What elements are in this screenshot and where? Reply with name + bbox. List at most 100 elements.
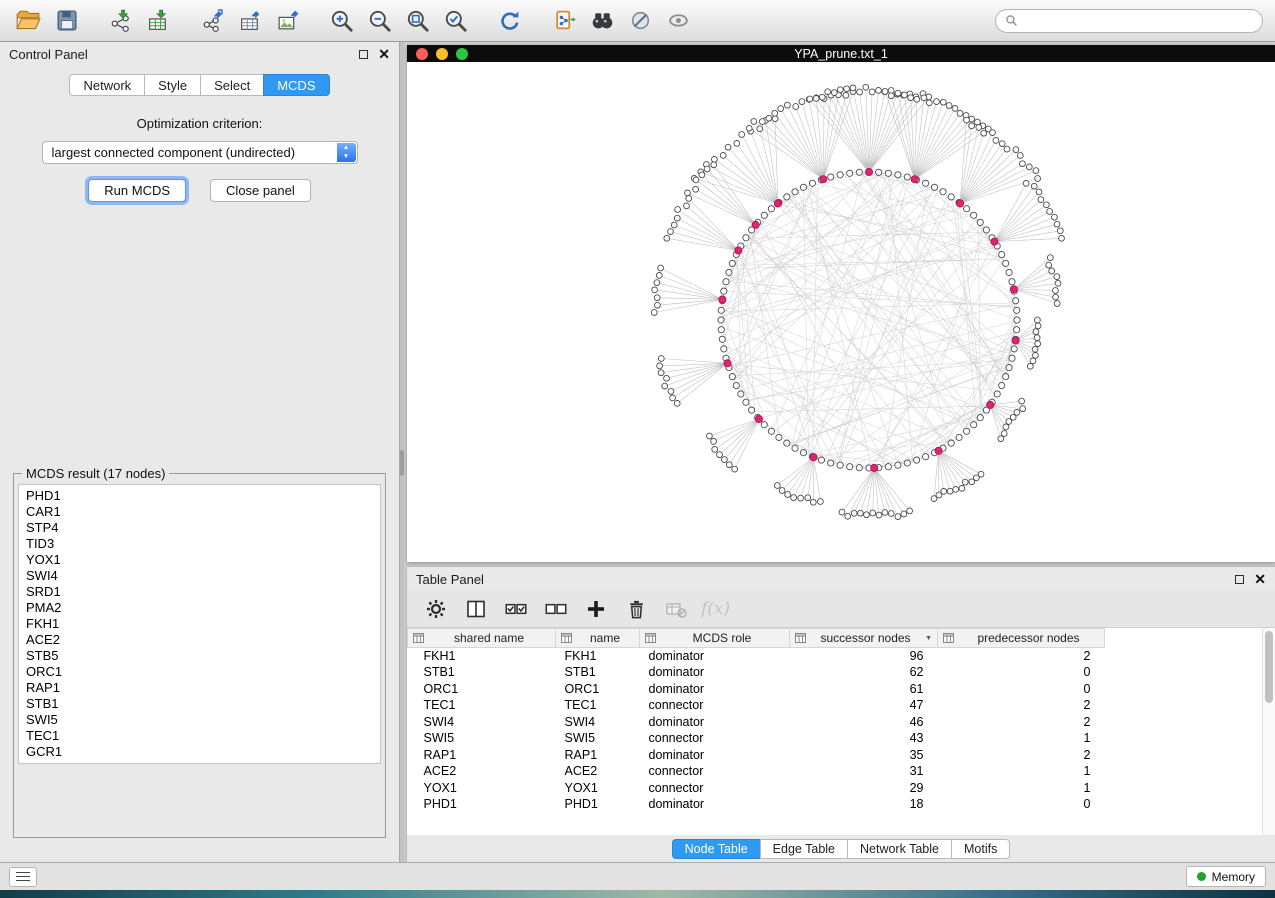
panel-menu-icon[interactable] — [9, 867, 37, 887]
result-item[interactable]: STP4 — [26, 520, 373, 536]
add-row-icon[interactable] — [581, 594, 611, 624]
close-table-panel-icon[interactable]: ✕ — [1254, 572, 1266, 586]
result-item[interactable]: SWI5 — [26, 712, 373, 728]
cell-successors: 35 — [790, 747, 938, 764]
column-header-shared-name[interactable]: shared name — [408, 629, 556, 648]
clone-network-icon[interactable] — [548, 5, 580, 37]
tab-network[interactable]: Network — [69, 74, 144, 96]
search-input[interactable] — [1024, 13, 1253, 28]
network-titlebar: YPA_prune.txt_1 — [407, 45, 1275, 62]
table-row[interactable]: FKH1FKH1dominator962 — [408, 648, 1105, 665]
cell-predecessors: 0 — [938, 796, 1105, 813]
memory-button[interactable]: Memory — [1186, 866, 1266, 887]
result-item[interactable]: ORC1 — [26, 664, 373, 680]
zoom-out-icon[interactable] — [364, 5, 396, 37]
result-item[interactable]: CAR1 — [26, 504, 373, 520]
export-table-icon[interactable] — [234, 5, 266, 37]
tab-style[interactable]: Style — [144, 74, 200, 96]
table-row[interactable]: ACE2ACE2connector311 — [408, 763, 1105, 780]
cell-role: connector — [640, 697, 790, 714]
toggle-graphics-details-icon[interactable] — [624, 5, 656, 37]
result-item[interactable]: FKH1 — [26, 616, 373, 632]
scrollbar-thumb[interactable] — [1265, 631, 1273, 703]
result-item[interactable]: STB1 — [26, 696, 373, 712]
result-item[interactable]: GCR1 — [26, 744, 373, 760]
float-table-panel-icon[interactable] — [1235, 575, 1244, 584]
import-table-icon[interactable] — [142, 5, 174, 37]
table-row[interactable]: SWI5SWI5connector431 — [408, 730, 1105, 747]
close-panel-icon[interactable]: ✕ — [378, 47, 390, 61]
network-ring-nodes[interactable] — [718, 169, 1020, 471]
column-header-predecessor-nodes[interactable]: predecessor nodes — [938, 629, 1105, 648]
table-row[interactable]: PHD1PHD1dominator180 — [408, 796, 1105, 813]
table-bottom-tabs: Node TableEdge TableNetwork TableMotifs — [407, 835, 1275, 862]
export-network-icon[interactable] — [196, 5, 228, 37]
mcds-result-list[interactable]: PHD1CAR1STP4TID3YOX1SWI4SRD1PMA2FKH1ACE2… — [18, 484, 381, 764]
result-item[interactable]: PMA2 — [26, 600, 373, 616]
open-file-icon[interactable] — [12, 5, 44, 37]
tab-edge-table[interactable]: Edge Table — [760, 839, 847, 859]
cell-name: SWI5 — [556, 730, 640, 747]
table-panel-title: Table Panel — [416, 572, 484, 587]
table-row[interactable]: ORC1ORC1dominator610 — [408, 681, 1105, 698]
column-grid-icon — [413, 633, 424, 643]
delete-row-icon[interactable] — [621, 594, 651, 624]
cell-successors: 62 — [790, 664, 938, 681]
tab-select[interactable]: Select — [200, 74, 263, 96]
cell-shared_name: ORC1 — [408, 681, 556, 698]
deselect-all-icon[interactable] — [541, 594, 571, 624]
window-close-icon[interactable] — [416, 48, 428, 60]
refresh-layout-icon[interactable] — [494, 5, 526, 37]
result-item[interactable]: TEC1 — [26, 728, 373, 744]
close-panel-button[interactable]: Close panel — [210, 179, 311, 202]
result-item[interactable]: PHD1 — [26, 488, 373, 504]
column-menu-arrow-icon[interactable]: ▼ — [925, 635, 932, 642]
result-item[interactable]: STB5 — [26, 648, 373, 664]
export-image-icon[interactable] — [272, 5, 304, 37]
show-hide-graphics-icon[interactable] — [662, 5, 694, 37]
cell-shared_name: PHD1 — [408, 796, 556, 813]
run-mcds-button[interactable]: Run MCDS — [88, 179, 186, 202]
table-row[interactable]: RAP1RAP1dominator352 — [408, 747, 1105, 764]
tab-node-table[interactable]: Node Table — [672, 839, 760, 859]
table-toolbar: f(x) — [407, 591, 1275, 628]
column-header-name[interactable]: name — [556, 629, 640, 648]
network-canvas[interactable] — [407, 62, 1275, 562]
search-network-icon[interactable] — [586, 5, 618, 37]
zoom-selected-icon[interactable] — [440, 5, 472, 37]
result-item[interactable]: RAP1 — [26, 680, 373, 696]
criterion-select[interactable]: largest connected component (undirected)… — [42, 141, 358, 164]
window-minimize-icon[interactable] — [436, 48, 448, 60]
tab-network-table[interactable]: Network Table — [847, 839, 951, 859]
save-session-icon[interactable] — [50, 5, 82, 37]
status-bar: Memory — [0, 862, 1275, 890]
float-panel-icon[interactable] — [359, 50, 368, 59]
table-row[interactable]: SWI4SWI4dominator462 — [408, 714, 1105, 731]
node-table-area: shared namenameMCDS rolesuccessor nodes▼… — [407, 628, 1275, 835]
result-item[interactable]: TID3 — [26, 536, 373, 552]
table-row[interactable]: YOX1YOX1connector291 — [408, 780, 1105, 797]
select-all-icon[interactable] — [501, 594, 531, 624]
zoom-fit-icon[interactable] — [402, 5, 434, 37]
column-header-successor-nodes[interactable]: successor nodes▼ — [790, 629, 938, 648]
cell-role: dominator — [640, 648, 790, 665]
zoom-in-icon[interactable] — [326, 5, 358, 37]
gear-icon[interactable] — [421, 594, 451, 624]
split-columns-icon[interactable] — [461, 594, 491, 624]
table-row[interactable]: TEC1TEC1connector472 — [408, 697, 1105, 714]
import-network-icon[interactable] — [104, 5, 136, 37]
cell-successors: 43 — [790, 730, 938, 747]
vertical-splitter[interactable] — [400, 42, 404, 862]
cell-predecessors: 1 — [938, 780, 1105, 797]
column-header-mcds-role[interactable]: MCDS role — [640, 629, 790, 648]
result-item[interactable]: SWI4 — [26, 568, 373, 584]
tab-motifs[interactable]: Motifs — [951, 839, 1010, 859]
tab-mcds[interactable]: MCDS — [263, 74, 329, 96]
result-item[interactable]: SRD1 — [26, 584, 373, 600]
window-zoom-icon[interactable] — [456, 48, 468, 60]
table-scrollbar[interactable] — [1262, 628, 1275, 835]
search-field[interactable] — [995, 9, 1263, 33]
result-item[interactable]: ACE2 — [26, 632, 373, 648]
result-item[interactable]: YOX1 — [26, 552, 373, 568]
table-row[interactable]: STB1STB1dominator620 — [408, 664, 1105, 681]
